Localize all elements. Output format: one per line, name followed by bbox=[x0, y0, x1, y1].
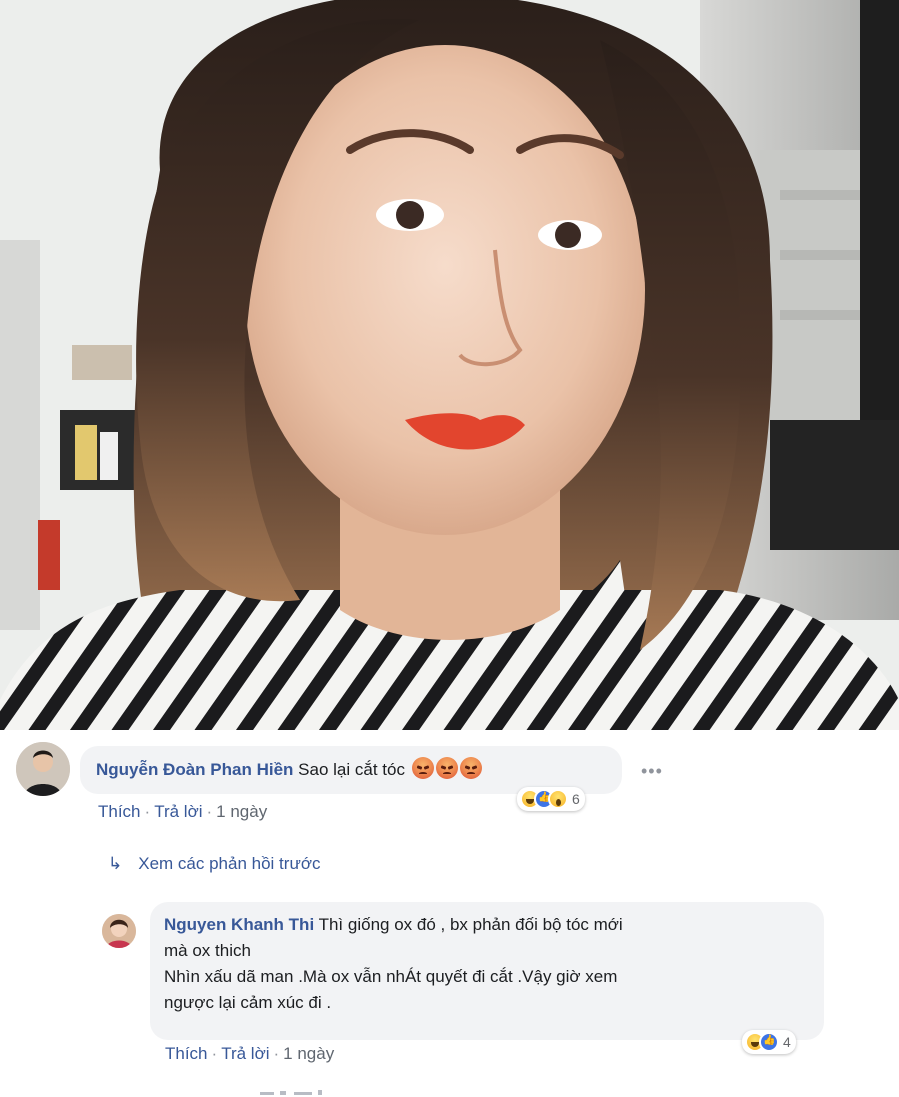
wow-icon bbox=[548, 789, 568, 809]
comment-text-line: mà ox thich bbox=[164, 941, 251, 960]
comment-time[interactable]: 1 ngày bbox=[216, 802, 267, 821]
user-avatar-icon bbox=[102, 914, 136, 948]
reply-link[interactable]: Trả lời bbox=[221, 1044, 269, 1063]
comment-text-line: ngược lại cảm xúc đi . bbox=[164, 993, 332, 1012]
view-previous-label: Xem các phản hồi trước bbox=[138, 854, 321, 873]
reply-arrow-icon: ↳ bbox=[108, 854, 123, 873]
reply-link[interactable]: Trả lời bbox=[154, 802, 202, 821]
comment-bubble: Nguyen Khanh Thi Thì giống ox đó , bx ph… bbox=[150, 902, 824, 1040]
comment-text-line: Thì giống ox đó , bx phản đối bộ tóc mới bbox=[318, 915, 623, 934]
view-previous-replies[interactable]: ↳ Xem các phản hồi trước bbox=[108, 854, 320, 874]
comment-author[interactable]: Nguyễn Đoàn Phan Hiền bbox=[96, 760, 293, 779]
comment-text-line: Nhìn xấu dã man .Mà ox vẫn nhÁt quyết đi… bbox=[164, 967, 618, 986]
user-avatar-icon bbox=[16, 742, 70, 796]
angry-emoji-icon bbox=[435, 757, 458, 779]
avatar[interactable] bbox=[102, 914, 136, 948]
comments-section: Nguyễn Đoàn Phan Hiền Sao lại cắt tóc ••… bbox=[0, 730, 899, 1097]
like-link[interactable]: Thích bbox=[98, 802, 141, 821]
angry-emoji-icon bbox=[459, 757, 482, 779]
like-icon bbox=[759, 1032, 779, 1052]
reaction-count: 4 bbox=[783, 1034, 791, 1050]
more-options-icon[interactable]: ••• bbox=[641, 762, 663, 780]
like-link[interactable]: Thích bbox=[165, 1044, 208, 1063]
reaction-summary[interactable]: 4 bbox=[742, 1030, 796, 1054]
post-photo[interactable] bbox=[0, 0, 899, 730]
reaction-summary[interactable]: 6 bbox=[517, 787, 585, 811]
avatar[interactable] bbox=[16, 742, 70, 796]
comment-time[interactable]: 1 ngày bbox=[283, 1044, 334, 1063]
comment-text: Sao lại cắt tóc bbox=[298, 760, 405, 779]
comment-actions: Thích · Trả lời · 1 ngày bbox=[98, 802, 268, 821]
reaction-count: 6 bbox=[572, 791, 580, 807]
selfie-photo-illustration bbox=[0, 0, 899, 730]
comment-actions: Thích · Trả lời · 1 ngày bbox=[165, 1044, 335, 1063]
comment-author[interactable]: Nguyen Khanh Thi bbox=[164, 915, 314, 934]
angry-emoji-icon bbox=[411, 757, 434, 779]
cropped-next-comment bbox=[260, 1090, 322, 1095]
